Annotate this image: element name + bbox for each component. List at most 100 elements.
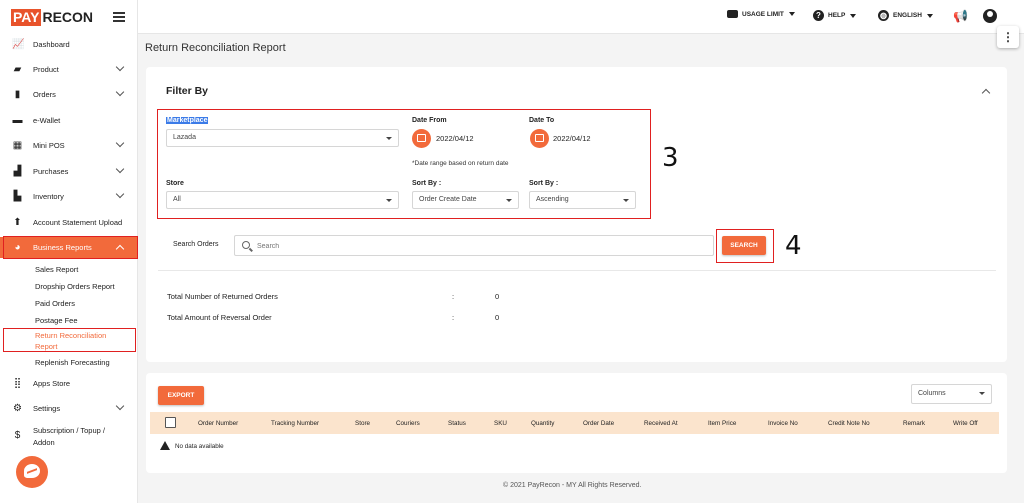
sidebar-item-label: Account Statement Upload xyxy=(33,217,123,227)
highlight-box-4 xyxy=(716,229,774,263)
returned-orders-value: 0 xyxy=(495,292,500,301)
sidebar-item-inventory[interactable]: ▙ Inventory xyxy=(0,186,138,206)
inventory-icon: ▙ xyxy=(13,190,22,202)
clipboard-icon: ▮ xyxy=(14,88,21,100)
help-icon: ? xyxy=(813,10,824,21)
column-header-item-price[interactable]: Item Price xyxy=(708,420,736,427)
search-box[interactable] xyxy=(234,235,714,256)
hamburger-menu-icon[interactable] xyxy=(113,12,125,22)
column-header-status[interactable]: Status xyxy=(448,420,466,427)
sidebar: PAY RECON 📈 Dashboard ▰ Product ▮ Orders… xyxy=(0,0,138,503)
returned-orders-label: Total Number of Returned Orders xyxy=(167,292,278,301)
column-header-remark[interactable]: Remark xyxy=(903,420,925,427)
user-icon xyxy=(983,9,997,23)
grid-icon: ⣿ xyxy=(13,377,22,389)
logo-pay: PAY xyxy=(11,9,42,26)
sidebar-subitem-sales-report[interactable]: Sales Report xyxy=(35,265,78,274)
sidebar-subitem-dropship-orders-report[interactable]: Dropship Orders Report xyxy=(35,282,115,291)
app-root: PAY RECON 📈 Dashboard ▰ Product ▮ Orders… xyxy=(0,0,1024,503)
select-all-checkbox[interactable] xyxy=(165,417,176,428)
sidebar-item-label: Inventory xyxy=(33,191,64,201)
chart-icon: 📈 xyxy=(12,38,25,50)
table-header-row: Order Number Tracking Number Store Couri… xyxy=(150,412,999,434)
column-header-sku[interactable]: SKU xyxy=(494,420,507,427)
sidebar-item-label: Mini POS xyxy=(33,140,65,150)
box-icon: ▰ xyxy=(13,63,22,75)
column-header-credit-note-no[interactable]: Credit Note No xyxy=(828,420,870,427)
caret-down-icon xyxy=(926,13,933,18)
divider xyxy=(158,270,996,271)
sidebar-subitem-replenish-forecasting[interactable]: Replenish Forecasting xyxy=(35,358,110,367)
dollar-icon: $ xyxy=(14,430,21,441)
column-header-invoice-no[interactable]: Invoice No xyxy=(768,420,798,427)
sidebar-item-ewallet[interactable]: ▬ e-Wallet xyxy=(0,110,138,130)
account-avatar[interactable] xyxy=(983,9,997,23)
column-header-received-at[interactable]: Received At xyxy=(644,420,678,427)
sidebar-item-dashboard[interactable]: 📈 Dashboard xyxy=(0,34,138,54)
sidebar-item-purchases[interactable]: ▟ Purchases xyxy=(0,161,138,181)
gear-icon: ⚙ xyxy=(13,402,22,414)
highlight-box-3 xyxy=(157,109,651,219)
sidebar-subitem-paid-orders[interactable]: Paid Orders xyxy=(35,299,75,308)
topbar: USAGE LIMIT ? HELP ◍ ENGLISH 📢 xyxy=(138,0,1024,34)
separator: : xyxy=(452,313,455,322)
language-label: ENGLISH xyxy=(893,12,922,19)
column-header-order-date[interactable]: Order Date xyxy=(583,420,614,427)
truck-icon: ▟ xyxy=(13,165,22,177)
caret-down-icon xyxy=(788,12,795,16)
usage-limit-icon xyxy=(727,10,738,18)
chevron-down-icon xyxy=(115,87,125,97)
usage-limit-label: USAGE LIMIT xyxy=(742,10,784,18)
chevron-down-icon xyxy=(115,62,125,72)
language-menu[interactable]: ◍ ENGLISH xyxy=(878,10,933,21)
columns-select-value: Columns xyxy=(918,390,946,397)
kebab-menu-icon[interactable]: ⋮ xyxy=(997,26,1019,48)
pos-icon: ▦ xyxy=(12,139,23,151)
logo-recon: RECON xyxy=(42,9,94,25)
sidebar-item-orders[interactable]: ▮ Orders xyxy=(0,84,138,104)
sidebar-item-label: Purchases xyxy=(33,166,69,176)
column-header-order-number[interactable]: Order Number xyxy=(198,420,238,427)
sidebar-item-label: Product xyxy=(33,64,59,74)
highlight-box-2 xyxy=(3,328,136,352)
megaphone-icon[interactable]: 📢 xyxy=(953,9,968,23)
sidebar-item-subscription[interactable]: $ Subscription / Topup / Addon xyxy=(0,422,138,452)
column-header-store[interactable]: Store xyxy=(355,420,370,427)
separator: : xyxy=(452,292,455,301)
sidebar-item-label: Orders xyxy=(33,89,56,99)
logo[interactable]: PAY RECON xyxy=(11,9,93,26)
search-orders-label: Search Orders xyxy=(173,241,219,248)
export-button[interactable]: EXPORT xyxy=(158,386,204,405)
column-header-write-off[interactable]: Write Off xyxy=(953,420,978,427)
sidebar-item-mini-pos[interactable]: ▦ Mini POS xyxy=(0,135,138,155)
upload-icon: ⬆ xyxy=(13,216,22,228)
reversal-amount-label: Total Amount of Reversal Order xyxy=(167,313,272,322)
usage-limit-menu[interactable]: USAGE LIMIT xyxy=(727,10,795,18)
warning-icon xyxy=(160,441,170,450)
search-input[interactable] xyxy=(257,239,697,253)
help-menu[interactable]: ? HELP xyxy=(813,10,857,21)
caret-down-icon xyxy=(979,392,985,395)
globe-icon: ◍ xyxy=(878,10,889,21)
column-header-quantity[interactable]: Quantity xyxy=(531,420,554,427)
columns-select[interactable]: Columns xyxy=(911,384,992,404)
sidebar-item-label-line2: Addon xyxy=(33,438,55,447)
footer-copyright: © 2021 PayRecon - MY All Rights Reserved… xyxy=(503,482,642,489)
wallet-icon: ▬ xyxy=(12,114,23,126)
sidebar-item-product[interactable]: ▰ Product xyxy=(0,59,138,79)
column-header-couriers[interactable]: Couriers xyxy=(396,420,420,427)
sidebar-item-account-statement-upload[interactable]: ⬆ Account Statement Upload xyxy=(0,212,138,232)
sidebar-item-label: Apps Store xyxy=(33,378,71,388)
chevron-down-icon xyxy=(115,164,125,174)
sidebar-item-settings[interactable]: ⚙ Settings xyxy=(0,398,138,418)
help-label: HELP xyxy=(828,12,846,19)
chevron-down-icon xyxy=(115,189,125,199)
column-header-tracking-number[interactable]: Tracking Number xyxy=(271,420,319,427)
sidebar-subitem-postage-fee[interactable]: Postage Fee xyxy=(35,316,78,325)
sidebar-item-apps-store[interactable]: ⣿ Apps Store xyxy=(0,373,138,393)
messenger-chat-icon[interactable] xyxy=(16,456,48,488)
page-title: Return Reconciliation Report xyxy=(145,42,286,54)
sidebar-item-label: Settings xyxy=(33,403,61,413)
chevron-down-icon xyxy=(115,401,125,411)
highlight-box-1 xyxy=(3,236,138,259)
